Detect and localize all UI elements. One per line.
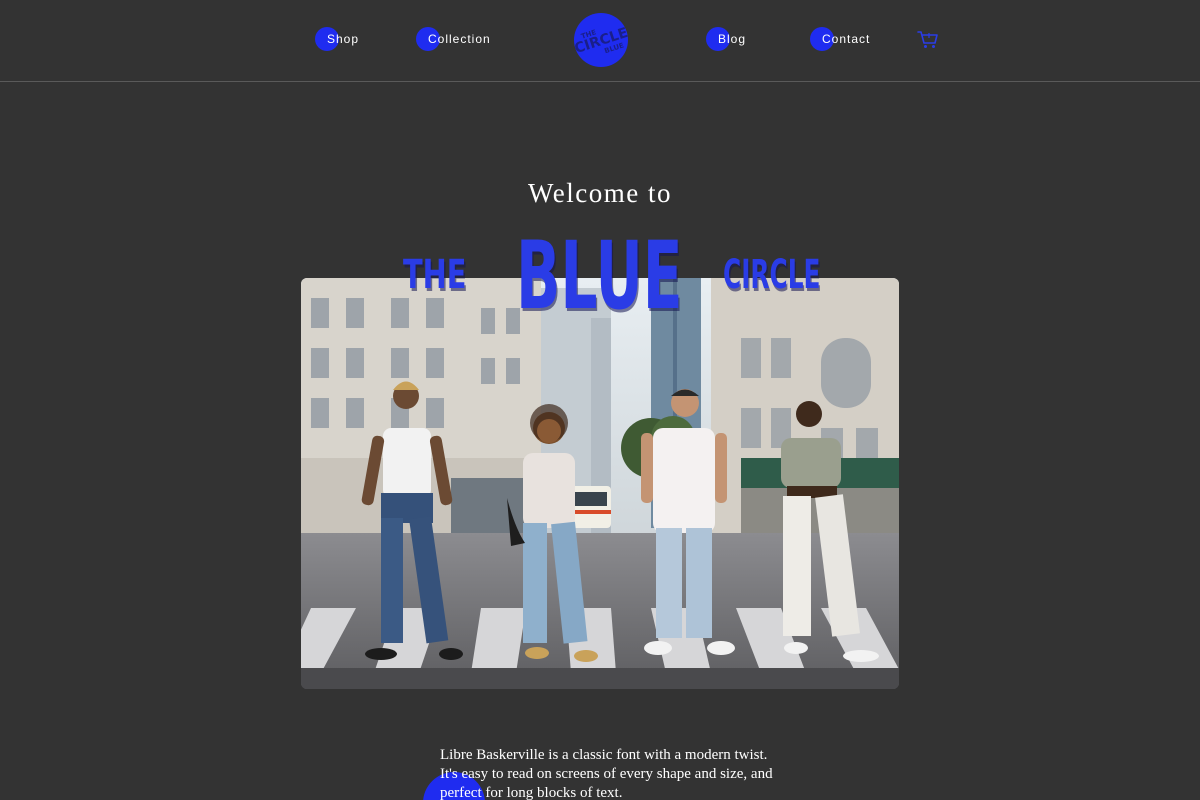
site-header: Shop Collection THE CIRCLE BLUE Blog Con…	[0, 0, 1200, 82]
nav-shop[interactable]: Shop	[315, 26, 359, 52]
hero-title-circle: CIRCLE	[723, 252, 821, 298]
hero-photo	[301, 278, 899, 689]
nav-collection[interactable]: Collection	[416, 26, 491, 52]
hero-title-blue: BLUE	[516, 222, 683, 331]
shopping-cart-icon[interactable]	[917, 30, 939, 50]
welcome-heading: Welcome to	[527, 178, 673, 208]
site-logo[interactable]: THE CIRCLE BLUE	[574, 13, 628, 67]
nav-shop-label: Shop	[327, 32, 360, 46]
nav-blog[interactable]: Blog	[706, 26, 746, 52]
nav-collection-label: Collection	[428, 32, 491, 46]
body-paragraph: Libre Baskerville is a classic font with…	[440, 747, 773, 800]
nav-blog-label: Blog	[718, 32, 747, 46]
svg-text:CIRCLE: CIRCLE	[574, 25, 628, 57]
hero-title-the: THE	[403, 252, 467, 298]
nav-contact-label: Contact	[822, 32, 871, 46]
nav-contact[interactable]: Contact	[810, 26, 870, 52]
